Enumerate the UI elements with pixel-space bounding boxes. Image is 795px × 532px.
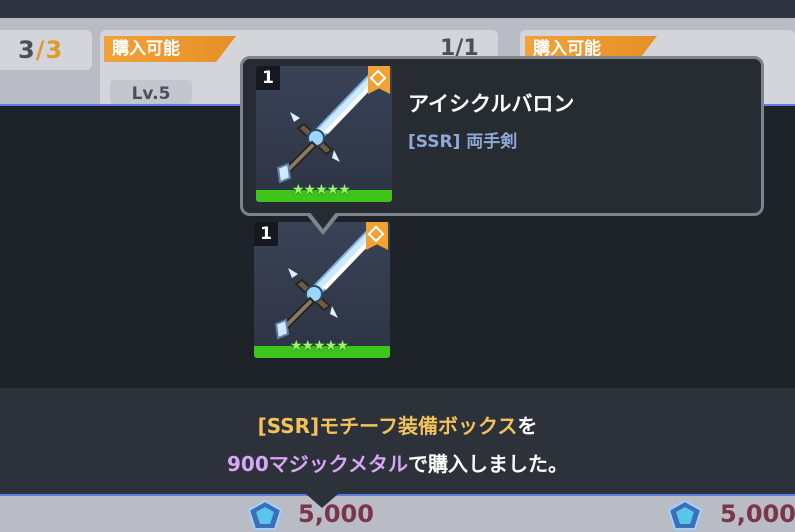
quantity-badge: 1 xyxy=(256,66,280,90)
tooltip-pointer-inner xyxy=(309,211,337,229)
reward-item-icon[interactable]: ★★★★★ 1 xyxy=(254,222,390,358)
item-type: [SSR] 両手剣 xyxy=(408,132,518,152)
purchase-message-line-1: [SSR]モチーフ装備ボックスを xyxy=(257,414,538,438)
level-chip: Lv.5 xyxy=(110,80,192,104)
quantity-badge: 1 xyxy=(254,222,278,246)
box-name: [SSR]モチーフ装備ボックス xyxy=(257,414,518,438)
message-band xyxy=(0,388,795,494)
purchase-count: 3/3 xyxy=(18,36,64,64)
message-notch xyxy=(306,494,338,508)
sword-icon xyxy=(274,228,379,340)
top-bar xyxy=(0,0,795,18)
magic-metal-icon xyxy=(248,500,282,530)
magic-metal-icon xyxy=(668,500,702,530)
star-rating: ★★★★★ xyxy=(292,182,351,198)
star-rating: ★★★★★ xyxy=(290,338,349,354)
purchasable-tag: 購入可能 xyxy=(104,36,236,62)
currency-amount: 900マジックメタル xyxy=(227,452,408,476)
price-label: 5,000 xyxy=(720,500,795,528)
tooltip-item-icon: ★★★★★ 1 xyxy=(256,66,392,202)
item-name: アイシクルバロン xyxy=(408,92,575,116)
purchase-message-line-2: 900マジックメタルで購入しました。 xyxy=(227,452,568,476)
sword-icon xyxy=(276,72,381,184)
